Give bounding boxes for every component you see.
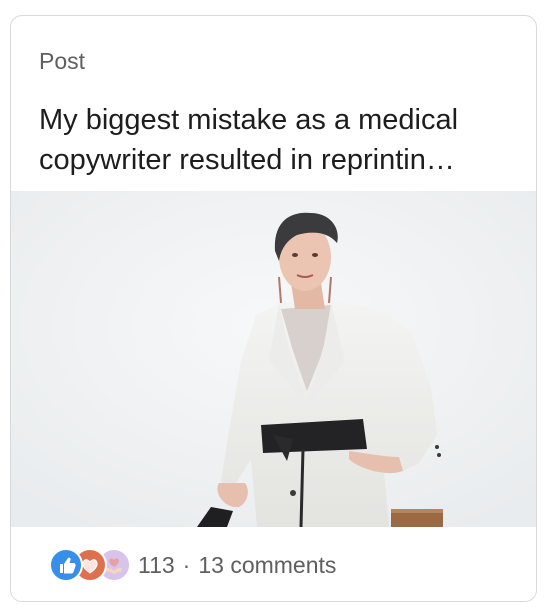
reaction-count[interactable]: 113 [138,552,175,578]
post-type-label: Post [39,48,86,74]
post-image[interactable] [11,191,536,527]
post-card[interactable]: Post My biggest mistake as a medical cop… [10,15,537,602]
separator-dot: · [182,552,191,578]
reaction-icons[interactable] [49,548,131,582]
engagement-stats: 113 · 13 comments [138,552,336,579]
social-counts-bar: 113 · 13 comments [11,527,536,601]
post-title[interactable]: My biggest mistake as a medical copywrit… [39,100,519,180]
comments-link[interactable]: 13 comments [198,552,336,578]
like-icon [49,548,83,582]
